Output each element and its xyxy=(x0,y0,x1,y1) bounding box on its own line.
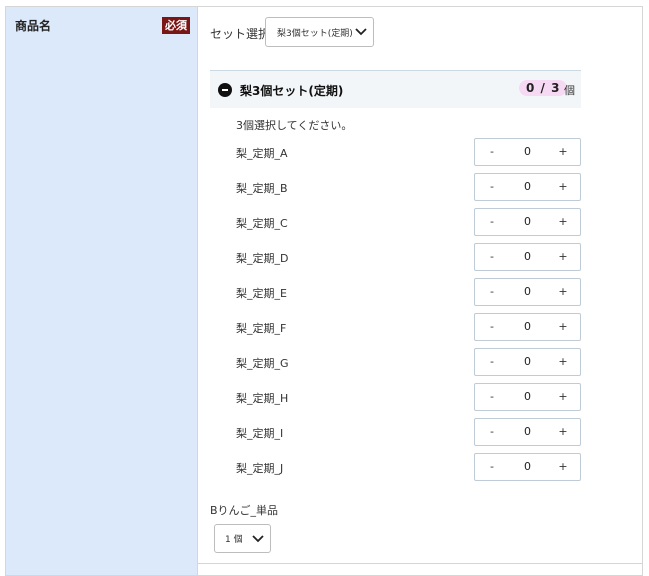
item-row: 梨_定期_E -0 + xyxy=(198,278,598,306)
item-name: 梨_定期_B xyxy=(236,182,288,195)
item-name: 梨_定期_D xyxy=(236,252,289,265)
item-row: 梨_定期_G -0 + xyxy=(198,348,598,376)
item-row: 梨_定期_H -0 + xyxy=(198,383,598,411)
set-select-value: 梨3個セット(定期) xyxy=(277,28,353,39)
quantity-value[interactable]: 0 xyxy=(509,139,546,165)
decrement-button[interactable]: - xyxy=(475,454,509,480)
selection-counter: 0 / 3 xyxy=(519,80,568,96)
single-item-label: Bりんご_単品 xyxy=(210,504,279,517)
decrement-button[interactable]: - xyxy=(475,174,509,200)
quantity-value[interactable]: 0 xyxy=(509,279,546,305)
item-name: 梨_定期_H xyxy=(236,392,289,405)
increment-button[interactable]: + xyxy=(546,174,580,200)
chevron-down-icon xyxy=(355,28,367,36)
increment-button[interactable]: + xyxy=(546,139,580,165)
quantity-stepper: -0 + xyxy=(474,138,581,166)
quantity-stepper: -0 + xyxy=(474,348,581,376)
quantity-select[interactable]: 1 個 xyxy=(214,524,271,553)
quantity-stepper: -0 + xyxy=(474,383,581,411)
increment-button[interactable]: + xyxy=(546,314,580,340)
decrement-button[interactable]: - xyxy=(475,244,509,270)
decrement-button[interactable]: - xyxy=(475,384,509,410)
item-row: 梨_定期_A -0 + xyxy=(198,138,598,166)
decrement-button[interactable]: - xyxy=(475,209,509,235)
item-name: 梨_定期_I xyxy=(236,427,284,440)
increment-button[interactable]: + xyxy=(546,279,580,305)
decrement-button[interactable]: - xyxy=(475,279,509,305)
field-content: セット選択 梨3個セット(定期) 梨3個セット(定期) 0 / 3 個 3個選択… xyxy=(198,7,642,575)
item-row: 梨_定期_F -0 + xyxy=(198,313,598,341)
quantity-value[interactable]: 0 xyxy=(509,314,546,340)
row-divider xyxy=(198,563,642,564)
item-name: 梨_定期_C xyxy=(236,217,288,230)
item-row: 梨_定期_D -0 + xyxy=(198,243,598,271)
selection-instruction: 3個選択してください。 xyxy=(236,119,353,132)
quantity-stepper: -0 + xyxy=(474,453,581,481)
selected-count: 0 xyxy=(526,81,536,95)
decrement-button[interactable]: - xyxy=(475,139,509,165)
item-name: 梨_定期_E xyxy=(236,287,287,300)
field-label-column: 商品名 必須 xyxy=(6,7,198,575)
quantity-value[interactable]: 0 xyxy=(509,244,546,270)
item-row: 梨_定期_B -0 + xyxy=(198,173,598,201)
quantity-stepper: -0 + xyxy=(474,208,581,236)
quantity-stepper: -0 + xyxy=(474,313,581,341)
minus-circle-icon[interactable] xyxy=(218,83,232,97)
item-row: 梨_定期_I -0 + xyxy=(198,418,598,446)
quantity-stepper: -0 + xyxy=(474,278,581,306)
set-select-dropdown[interactable]: 梨3個セット(定期) xyxy=(265,17,374,47)
quantity-value[interactable]: 0 xyxy=(509,454,546,480)
required-badge: 必須 xyxy=(162,17,190,34)
quantity-select-value: 1 個 xyxy=(225,535,243,545)
quantity-stepper: -0 + xyxy=(474,173,581,201)
product-form-row: 商品名 必須 セット選択 梨3個セット(定期) 梨3個セット(定期) 0 / 3… xyxy=(5,6,643,576)
quantity-value[interactable]: 0 xyxy=(509,209,546,235)
chevron-down-icon xyxy=(252,534,264,542)
counter-separator: / xyxy=(540,81,546,95)
increment-button[interactable]: + xyxy=(546,209,580,235)
item-name: 梨_定期_G xyxy=(236,357,289,370)
decrement-button[interactable]: - xyxy=(475,349,509,375)
quantity-stepper: -0 + xyxy=(474,418,581,446)
quantity-value[interactable]: 0 xyxy=(509,384,546,410)
item-name: 梨_定期_F xyxy=(236,322,287,335)
set-panel-title: 梨3個セット(定期) xyxy=(240,84,344,98)
quantity-stepper: -0 + xyxy=(474,243,581,271)
set-panel-header: 梨3個セット(定期) 0 / 3 個 xyxy=(210,70,581,108)
field-label: 商品名 xyxy=(15,19,52,33)
item-row: 梨_定期_C -0 + xyxy=(198,208,598,236)
increment-button[interactable]: + xyxy=(546,419,580,445)
set-select-label: セット選択 xyxy=(210,27,271,41)
required-count: 3 xyxy=(551,81,561,95)
decrement-button[interactable]: - xyxy=(475,419,509,445)
increment-button[interactable]: + xyxy=(546,349,580,375)
item-name: 梨_定期_J xyxy=(236,462,284,475)
increment-button[interactable]: + xyxy=(546,384,580,410)
item-row: 梨_定期_J -0 + xyxy=(198,453,598,481)
item-name: 梨_定期_A xyxy=(236,147,288,160)
increment-button[interactable]: + xyxy=(546,454,580,480)
quantity-value[interactable]: 0 xyxy=(509,174,546,200)
quantity-value[interactable]: 0 xyxy=(509,419,546,445)
increment-button[interactable]: + xyxy=(546,244,580,270)
decrement-button[interactable]: - xyxy=(475,314,509,340)
counter-unit: 個 xyxy=(564,84,575,97)
quantity-value[interactable]: 0 xyxy=(509,349,546,375)
